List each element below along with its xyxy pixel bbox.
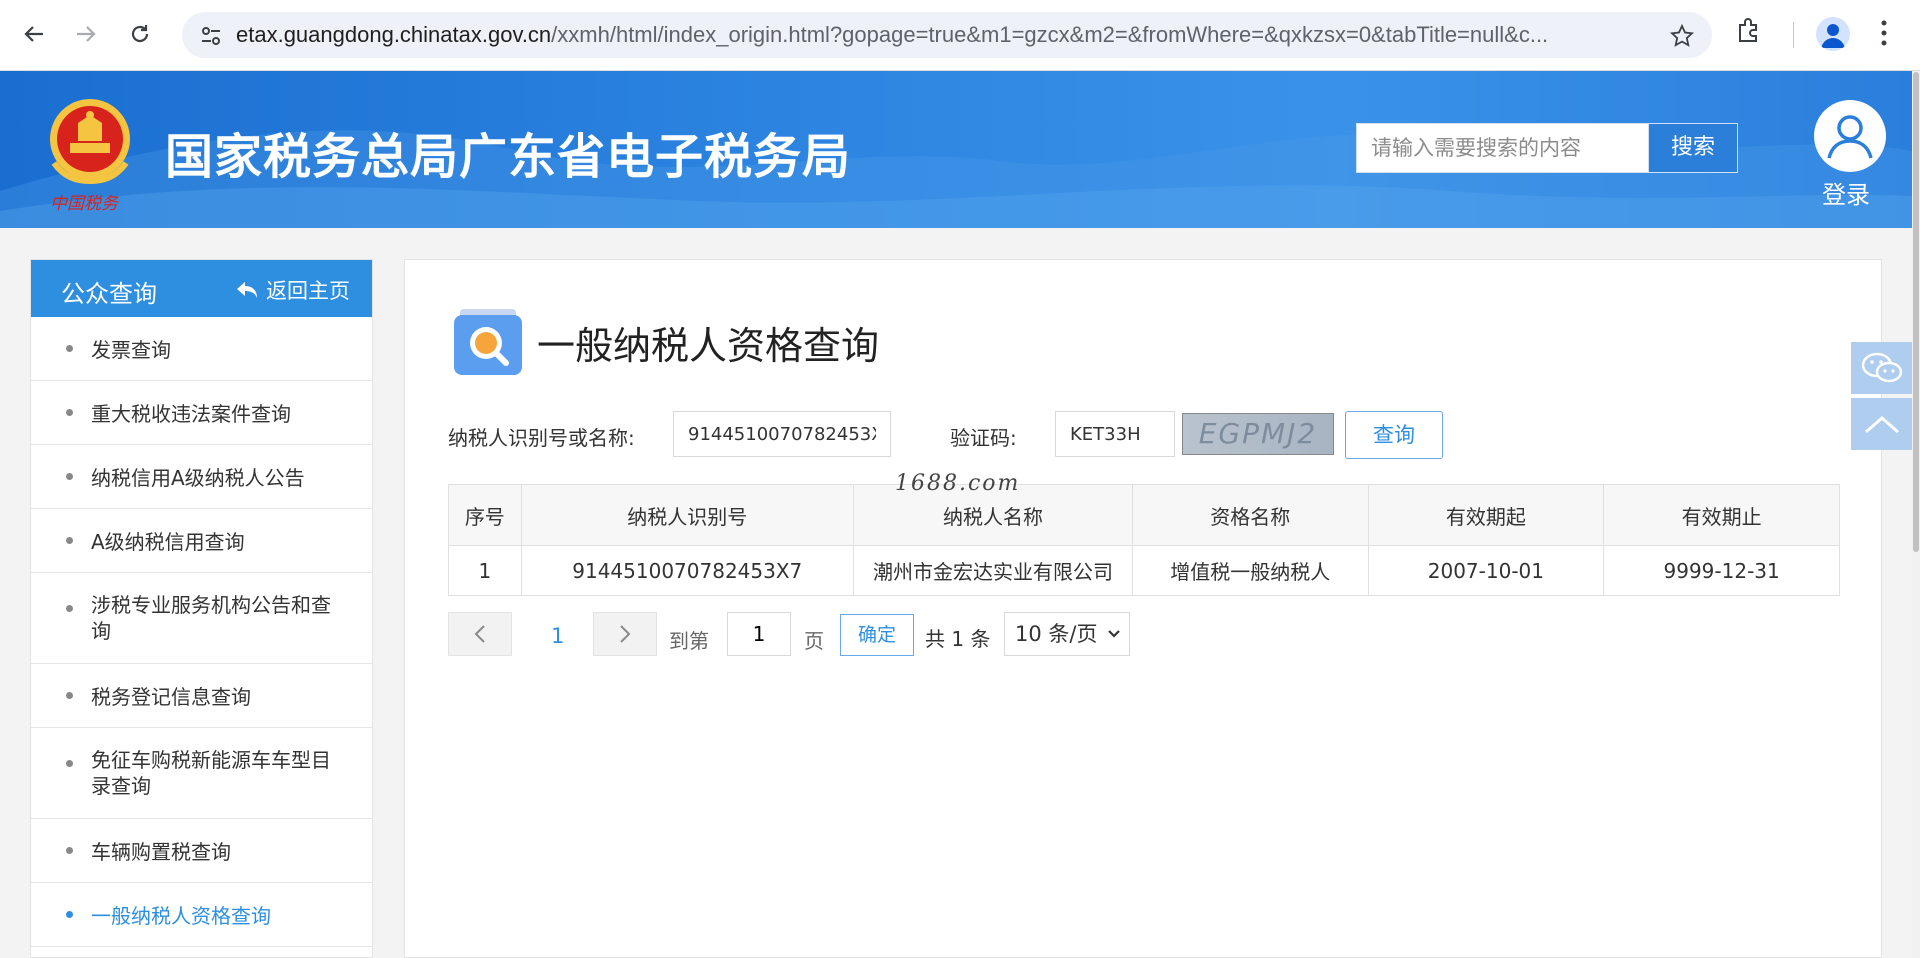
table-cell: 2007-10-01 — [1367, 545, 1605, 596]
table-cell: 1 — [448, 545, 522, 596]
table-cell: 潮州市金宏达实业有限公司 — [852, 545, 1134, 596]
page-size-select[interactable]: 10 条/页 — [1004, 612, 1130, 656]
chevron-up-icon — [1864, 416, 1899, 434]
bullet-icon — [66, 847, 73, 854]
sidebar-item-tax-service-agency[interactable]: 涉税专业服务机构公告和查询 — [31, 573, 372, 664]
bullet-icon — [66, 473, 73, 480]
browser-toolbar: etax.guangdong.chinatax.gov.cn/xxmh/html… — [0, 0, 1920, 71]
sidebar-title: 公众查询 — [61, 280, 157, 308]
taxpayer-id-input[interactable] — [673, 411, 891, 457]
bookmark-star-icon[interactable] — [1669, 23, 1695, 52]
confirm-goto-button[interactable]: 确定 — [840, 614, 914, 656]
sidebar-item-invoice-query[interactable]: 发票查询 — [31, 317, 372, 381]
bullet-icon — [66, 409, 73, 416]
taxpayer-id-label: 纳税人识别号或名称: — [448, 426, 635, 450]
menu-kebab-icon[interactable] — [1880, 18, 1888, 52]
return-arrow-icon — [237, 282, 257, 298]
wechat-float-button[interactable] — [1851, 342, 1912, 394]
sidebar-item-new-energy-vehicle-catalog[interactable]: 免征车购税新能源车车型目录查询 — [31, 728, 372, 819]
sidebar-item-tax-violation-query[interactable]: 重大税收违法案件查询 — [31, 381, 372, 445]
bullet-icon — [66, 605, 73, 612]
goto-page-input[interactable] — [727, 612, 791, 656]
profile-avatar-icon[interactable] — [1816, 17, 1850, 51]
sidebar-item-label: 重大税收违法案件查询 — [91, 402, 291, 426]
sidebar: 公众查询 返回主页 发票查询 重大税收违法案件查询 纳税信用A级纳税人公告 A级… — [30, 259, 373, 958]
sidebar-item-label: 车辆购置税查询 — [91, 840, 231, 864]
chevron-down-icon — [1108, 630, 1120, 638]
sidebar-item-label: 纳税信用A级纳税人公告 — [91, 466, 305, 490]
address-bar[interactable]: etax.guangdong.chinatax.gov.cn/xxmh/html… — [182, 12, 1712, 58]
sidebar-header: 公众查询 返回主页 — [31, 260, 372, 317]
next-page-button[interactable] — [593, 612, 657, 656]
page-size-value: 10 条/页 — [1015, 622, 1098, 646]
sidebar-item-vehicle-purchase-tax[interactable]: 车辆购置税查询 — [31, 819, 372, 883]
result-table: 序号 纳税人识别号 纳税人名称 资格名称 有效期起 有效期止 1 9144510… — [448, 484, 1840, 596]
back-to-top-button[interactable] — [1851, 398, 1912, 450]
sidebar-item-a-level-announcement[interactable]: 纳税信用A级纳税人公告 — [31, 445, 372, 509]
sidebar-item-label: A级纳税信用查询 — [91, 530, 245, 554]
column-header: 序号 — [448, 484, 522, 546]
page-scrollbar-thumb[interactable] — [1913, 72, 1919, 552]
sidebar-item-a-level-credit-query[interactable]: A级纳税信用查询 — [31, 509, 372, 573]
toolbar-divider — [1793, 22, 1794, 48]
column-header: 资格名称 — [1132, 484, 1369, 546]
header-search-input[interactable] — [1357, 124, 1649, 172]
back-arrow-icon[interactable] — [14, 14, 54, 54]
page-number-1[interactable]: 1 — [551, 624, 564, 648]
sidebar-item-label: 免征车购税新能源车车型目录查询 — [91, 748, 331, 798]
watermark-text: 1688.com — [895, 471, 1021, 496]
table-row: 1 9144510070782453X7 潮州市金宏达实业有限公司 增值税一般纳… — [448, 545, 1840, 596]
header-search-box: 搜索 — [1356, 123, 1738, 173]
site-title: 国家税务总局广东省电子税务局 — [165, 129, 852, 185]
sidebar-item-label: 一般纳税人资格查询 — [91, 904, 271, 928]
total-count: 共 1 条 — [925, 627, 991, 651]
captcha-label: 验证码: — [950, 426, 1017, 450]
chevron-right-icon — [620, 625, 631, 643]
bullet-icon — [66, 692, 73, 699]
chevron-left-icon — [474, 625, 485, 643]
login-link[interactable]: 登录 — [1822, 175, 1870, 210]
sidebar-item-general-taxpayer-query[interactable]: 一般纳税人资格查询 — [31, 883, 372, 947]
extensions-icon[interactable] — [1736, 17, 1762, 47]
main-panel: 一般纳税人资格查询 纳税人识别号或名称: 验证码: EGPMJ2 查询 序号 纳… — [404, 259, 1882, 958]
forward-arrow-icon[interactable] — [66, 14, 106, 54]
table-cell: 9144510070782453X7 — [520, 545, 854, 596]
url-text: etax.guangdong.chinatax.gov.cn/xxmh/html… — [236, 12, 1636, 58]
goto-label: 到第 — [669, 629, 709, 653]
login-avatar-icon[interactable] — [1814, 100, 1886, 172]
url-host: etax.guangdong.chinatax.gov.cn — [236, 22, 552, 47]
table-header-row: 序号 纳税人识别号 纳税人名称 资格名称 有效期起 有效期止 — [448, 484, 1840, 546]
sidebar-item-label: 涉税专业服务机构公告和查询 — [91, 593, 331, 643]
bullet-icon — [66, 911, 73, 918]
back-home-link[interactable]: 返回主页 — [236, 275, 350, 305]
site-header: 中国税务 国家税务总局广东省电子税务局 搜索 登录 — [0, 71, 1912, 228]
back-home-label: 返回主页 — [266, 279, 350, 303]
site-info-icon[interactable] — [200, 25, 222, 51]
column-header: 有效期止 — [1603, 484, 1840, 546]
query-button[interactable]: 查询 — [1345, 411, 1443, 459]
bullet-icon — [66, 760, 73, 767]
wechat-icon — [1861, 352, 1902, 383]
header-search-button[interactable]: 搜索 — [1648, 124, 1737, 172]
sidebar-item-tax-registration-query[interactable]: 税务登记信息查询 — [31, 664, 372, 728]
page-title: 一般纳税人资格查询 — [537, 324, 880, 368]
sidebar-item-label: 税务登记信息查询 — [91, 685, 251, 709]
captcha-image[interactable]: EGPMJ2 — [1182, 413, 1334, 455]
search-document-icon — [452, 305, 524, 381]
reload-icon[interactable] — [120, 14, 160, 54]
page-unit-label: 页 — [804, 629, 824, 653]
url-path: /xxmh/html/index_origin.html?gopage=true… — [551, 22, 1549, 47]
table-cell: 9999-12-31 — [1603, 545, 1840, 596]
column-header: 有效期起 — [1367, 484, 1605, 546]
column-header: 纳税人识别号 — [520, 484, 854, 546]
sidebar-item-label: 发票查询 — [91, 338, 171, 362]
table-cell: 增值税一般纳税人 — [1132, 545, 1369, 596]
emblem-caption: 中国税务 — [50, 194, 118, 214]
bullet-icon — [66, 345, 73, 352]
tax-emblem-logo: 中国税务 — [40, 93, 140, 214]
bullet-icon — [66, 537, 73, 544]
captcha-input[interactable] — [1055, 411, 1175, 457]
prev-page-button[interactable] — [448, 612, 512, 656]
